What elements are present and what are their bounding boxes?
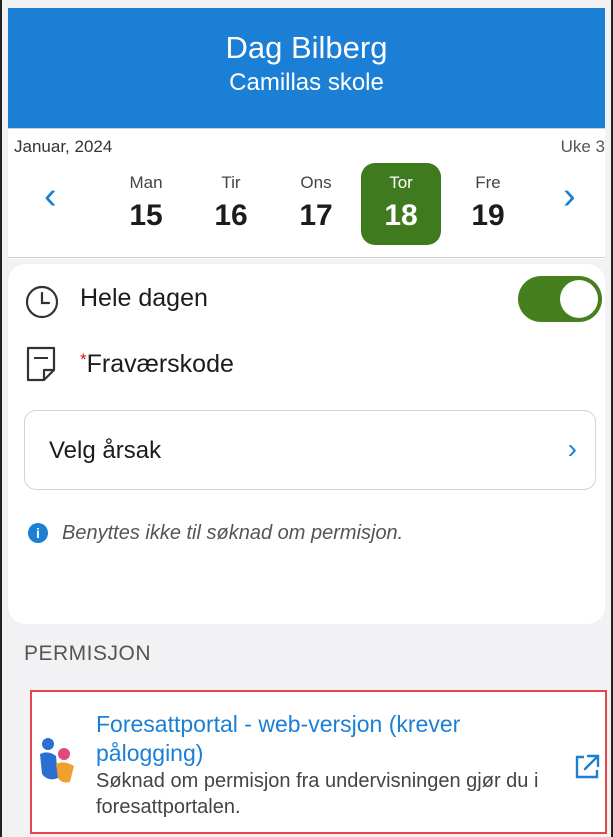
day-wednesday[interactable]: Ons 17 <box>276 163 356 245</box>
day-name: Man <box>129 173 163 192</box>
day-date: 15 <box>129 199 163 232</box>
external-link-icon <box>575 754 600 779</box>
info-icon: i <box>28 523 48 543</box>
absence-code-label: *Fraværskode <box>80 350 234 379</box>
info-note: i Benyttes ikke til søknad om permisjon. <box>28 522 403 545</box>
month-label: Januar, 2024 <box>14 137 113 156</box>
day-date: 19 <box>471 199 505 232</box>
day-date: 16 <box>214 199 248 232</box>
day-thursday-selected[interactable]: Tor 18 <box>361 163 441 245</box>
parent-portal-link-description: Søknad om permisjon fra undervisningen g… <box>96 770 539 818</box>
chevron-right-icon: › <box>567 433 577 464</box>
student-name: Dag Bilberg <box>225 30 388 65</box>
toggle-knob <box>560 280 598 318</box>
absence-form-card: Hele dagen *Fraværskode Velg årsak › i Be… <box>8 264 605 624</box>
absence-code-text: Fraværskode <box>86 350 234 378</box>
reason-select[interactable]: Velg årsak › <box>24 410 596 490</box>
week-calendar: Januar, 2024 Uke 3 ‹ Man 15 Tir 16 Ons 1… <box>8 128 605 259</box>
day-tuesday[interactable]: Tir 16 <box>191 163 271 245</box>
day-monday[interactable]: Man 15 <box>106 163 186 245</box>
all-day-toggle[interactable] <box>518 276 602 322</box>
reason-placeholder: Velg årsak <box>49 437 162 464</box>
day-friday[interactable]: Fre 19 <box>448 163 528 245</box>
day-date: 17 <box>299 199 333 232</box>
day-name: Ons <box>300 173 332 192</box>
next-week-button[interactable]: › <box>563 177 576 215</box>
day-name: Fre <box>475 173 501 192</box>
day-date: 18 <box>384 199 418 232</box>
week-label: Uke 3 <box>560 137 605 156</box>
day-name: Tor <box>389 173 413 192</box>
school-name: Camillas skole <box>229 69 384 96</box>
divider <box>8 257 605 258</box>
parent-portal-link-title[interactable]: Foresattportal - web-versjon (krever pål… <box>96 710 566 768</box>
previous-week-button[interactable]: ‹ <box>44 177 57 215</box>
note-icon <box>26 346 56 382</box>
day-name: Tir <box>221 173 241 192</box>
clock-icon <box>25 285 59 319</box>
parent-portal-link[interactable]: Foresattportal - web-versjon (krever pål… <box>30 690 607 834</box>
parent-portal-logo-icon <box>40 738 74 783</box>
info-text: Benyttes ikke til søknad om permisjon. <box>62 522 404 544</box>
app-header: Dag Bilberg Camillas skole <box>8 8 605 128</box>
section-title-permission: PERMISJON <box>24 642 152 665</box>
all-day-label: Hele dagen <box>80 284 208 312</box>
required-marker: * <box>80 350 87 369</box>
